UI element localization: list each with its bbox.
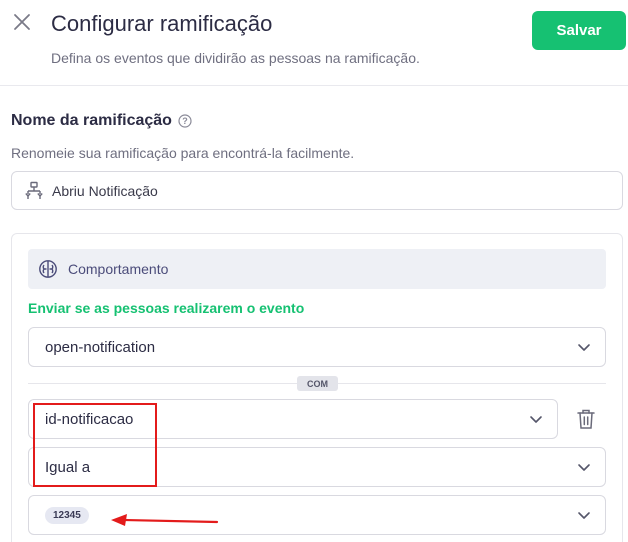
chevron-down-icon	[577, 508, 591, 522]
value-chip[interactable]: 12345	[45, 506, 89, 524]
value-select[interactable]: 12345	[28, 495, 606, 535]
branch-name-input[interactable]	[52, 182, 622, 199]
save-button[interactable]: Salvar	[532, 11, 626, 50]
branch-name-description: Renomeie sua ramificação para encontrá-l…	[11, 145, 355, 161]
operator-select[interactable]: Igual a	[28, 447, 606, 487]
event-select-value: open-notification	[45, 338, 156, 356]
branch-name-title: Nome da ramificação	[11, 112, 172, 129]
chevron-down-icon	[577, 340, 591, 354]
branch-icon	[24, 181, 44, 201]
attribute-select[interactable]: id-notificacao	[28, 399, 558, 439]
connector-badge: COM	[297, 376, 338, 391]
branch-name-heading: Nome da ramificação ?	[11, 112, 192, 130]
operator-select-value: Igual a	[45, 458, 91, 476]
chevron-down-icon	[529, 412, 543, 426]
page-subtitle: Defina os eventos que dividirão as pesso…	[51, 50, 420, 66]
brain-icon	[38, 259, 58, 279]
header: Configurar ramificação Defina os eventos…	[0, 0, 628, 86]
event-condition-label: Enviar se as pessoas realizarem o evento	[28, 300, 305, 316]
chevron-down-icon	[577, 460, 591, 474]
behavior-header: Comportamento	[28, 249, 606, 289]
trash-icon[interactable]	[576, 408, 596, 430]
help-icon[interactable]: ?	[178, 114, 192, 128]
close-icon[interactable]	[10, 10, 34, 34]
svg-text:?: ?	[182, 116, 188, 126]
branch-name-field[interactable]	[11, 171, 623, 210]
page-title: Configurar ramificação	[51, 11, 273, 36]
event-select[interactable]: open-notification	[28, 327, 606, 367]
behavior-label: Comportamento	[68, 261, 169, 277]
attribute-select-value: id-notificacao	[45, 410, 134, 428]
